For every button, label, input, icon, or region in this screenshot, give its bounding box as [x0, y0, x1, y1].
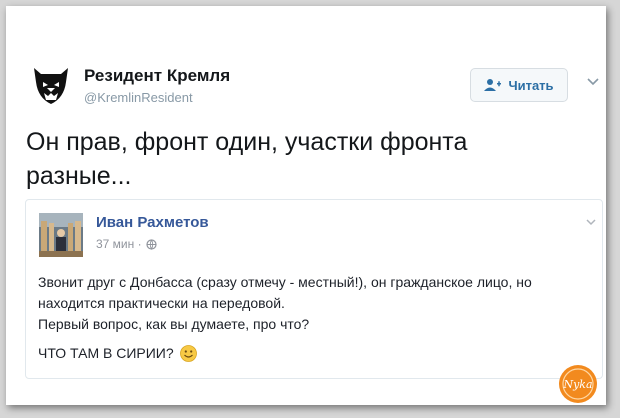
post-paragraph: Звонит друг с Донбасса (сразу отмечу - м… [38, 274, 532, 311]
post-last-line: ЧТО ТАМ В СИРИИ? [38, 343, 598, 364]
quoted-post-body: Звонит друг с Донбасса (сразу отмечу - м… [38, 272, 598, 364]
follow-button-label: Читать [508, 77, 554, 93]
post-last-line-text: ЧТО ТАМ В СИРИИ? [38, 345, 174, 361]
post-time[interactable]: 37 мин · [96, 237, 142, 251]
chevron-down-icon[interactable] [586, 76, 600, 88]
smile-emoji-icon [179, 345, 197, 362]
follow-user-icon [484, 79, 502, 91]
tweet-card: Резидент Кремля @KremlinResident Читать … [6, 6, 606, 405]
post-paragraph: Первый вопрос, как вы думаете, про что? [38, 316, 310, 332]
author-photo[interactable] [39, 213, 83, 257]
globe-icon [145, 238, 157, 250]
post-options-chevron-icon[interactable] [585, 217, 597, 227]
quoted-post[interactable]: Иван Рахметов 37 мин · Звонит друг с Дон… [25, 199, 603, 379]
tweet-text: Он прав, фронт один, участки фронта разн… [26, 128, 468, 190]
watermark-text: Nyka [562, 378, 592, 391]
watermark-logo: Nyka [559, 365, 597, 403]
author-handle[interactable]: @KremlinResident [84, 90, 193, 105]
follow-button[interactable]: Читать [470, 68, 568, 102]
post-meta: 37 мин · [96, 237, 157, 251]
author-name[interactable]: Резидент Кремля [84, 66, 230, 86]
bear-logo-avatar[interactable] [26, 58, 76, 108]
quoted-author-name[interactable]: Иван Рахметов [96, 214, 209, 231]
